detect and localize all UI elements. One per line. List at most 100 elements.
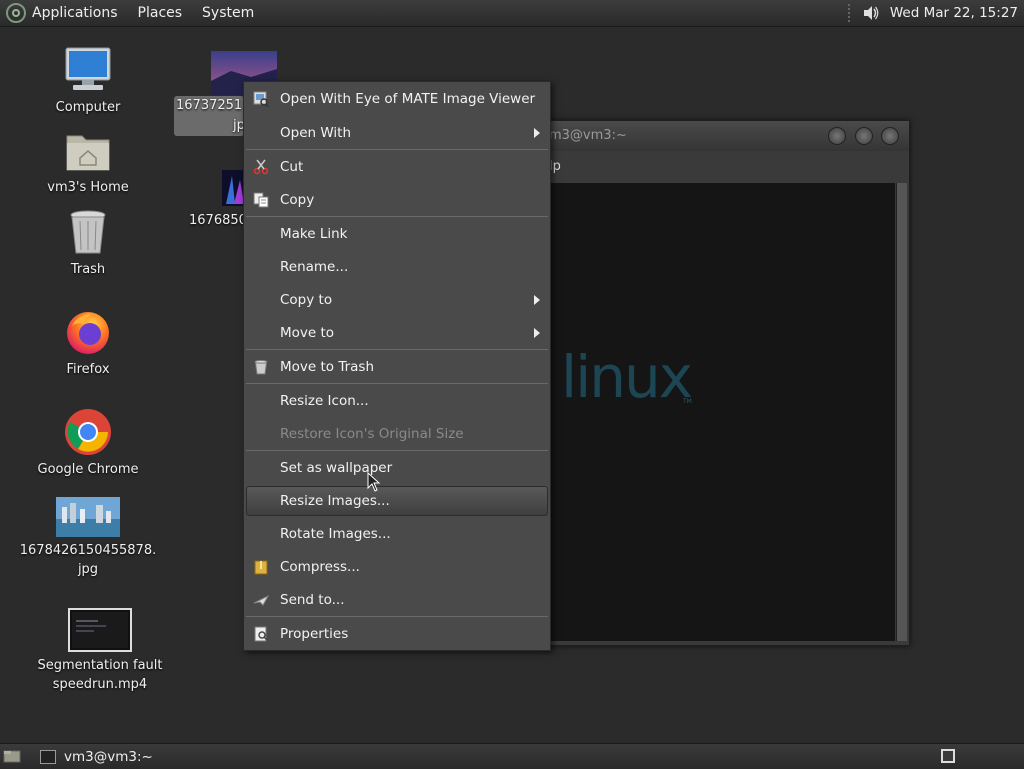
minimize-button[interactable] — [828, 127, 846, 145]
other-file-label[interactable]: 1676850 — [189, 213, 247, 228]
desktop-icon-trash[interactable]: Trash — [40, 208, 136, 279]
desktop-icon-computer[interactable]: Computer — [40, 46, 136, 117]
menu-item-label: Restore Icon's Original Size — [280, 426, 464, 442]
menu-item-rename[interactable]: Rename... — [246, 252, 548, 282]
desktop-icon-label: Trash — [70, 262, 106, 277]
menu-item-label: Rotate Images... — [280, 526, 391, 542]
applications-menu[interactable]: Applications — [32, 5, 118, 21]
linux-logo-tm: TM — [683, 398, 692, 405]
context-menu: Open With Eye of MATE Image Viewer Open … — [243, 81, 551, 651]
menu-item-rotate-images[interactable]: Rotate Images... — [246, 519, 548, 549]
chrome-icon — [65, 409, 111, 455]
image-viewer-icon — [253, 91, 269, 107]
clock[interactable]: Wed Mar 22, 15:27 — [890, 5, 1018, 21]
trash-icon — [70, 210, 106, 254]
terminal-body[interactable]: linux TM — [545, 183, 895, 641]
desktop-icon-label: Firefox — [66, 362, 110, 377]
menu-item-label: Move to — [280, 325, 335, 341]
video-thumbnail-icon — [68, 608, 132, 652]
menu-item-label: Properties — [280, 626, 349, 642]
selected-file-label[interactable]: 16737251 — [176, 98, 242, 113]
desktop-icon-video-file[interactable]: Segmentation fault speedrun.mp4 — [30, 608, 170, 694]
menu-separator — [246, 349, 548, 350]
menu-item-copy[interactable]: Copy — [246, 185, 548, 215]
menu-item-open-with[interactable]: Open With — [246, 118, 548, 148]
menu-item-make-link[interactable]: Make Link — [246, 219, 548, 249]
bottom-panel: vm3@vm3:~ — [0, 743, 1024, 769]
desktop-icon-chrome[interactable]: Google Chrome — [30, 408, 146, 479]
system-menu[interactable]: System — [202, 5, 254, 21]
taskbar-label: vm3@vm3:~ — [64, 748, 153, 765]
menu-item-label: Make Link — [280, 226, 348, 242]
menu-item-label: Resize Images... — [280, 493, 390, 509]
menu-item-label: Open With Eye of MATE Image Viewer — [280, 91, 536, 107]
menu-item-set-as-wallpaper[interactable]: Set as wallpaper — [246, 453, 548, 483]
menu-separator — [246, 616, 548, 617]
menu-item-label: Move to Trash — [280, 359, 375, 375]
menu-separator — [246, 383, 548, 384]
home-folder-icon — [66, 135, 110, 171]
top-panel-tray: Wed Mar 22, 15:27 — [847, 0, 1024, 26]
menu-item-open-with-eom[interactable]: Open With Eye of MATE Image Viewer — [246, 84, 548, 114]
desktop-icon-label: 1678426150455878. — [19, 543, 157, 558]
menu-item-label: Copy — [280, 192, 315, 208]
submenu-arrow-icon — [534, 295, 540, 305]
desktop-icon-label: Segmentation fault — [37, 658, 163, 673]
menu-item-move-to-trash[interactable]: Move to Trash — [246, 352, 548, 382]
desktop-icon-label: jpg — [77, 562, 99, 577]
menu-item-properties[interactable]: Properties — [246, 619, 548, 649]
menu-item-resize-icon[interactable]: Resize Icon... — [246, 386, 548, 416]
terminal-menubar: lp — [541, 151, 909, 181]
terminal-title: m3@vm3:~ — [549, 128, 627, 143]
menu-item-label: Compress... — [280, 559, 360, 575]
menu-item-label: Rename... — [280, 259, 349, 275]
linux-logo: linux — [561, 343, 693, 411]
submenu-arrow-icon — [534, 328, 540, 338]
scissors-icon — [253, 159, 269, 175]
trash-icon — [254, 359, 268, 375]
taskbar-terminal-button[interactable]: vm3@vm3:~ — [34, 746, 153, 767]
mate-menu-icon[interactable] — [6, 3, 26, 23]
desktop-icon-label: Google Chrome — [37, 462, 139, 477]
menu-item-copy-to[interactable]: Copy to — [246, 285, 548, 315]
firefox-icon — [67, 312, 109, 354]
menu-item-resize-images[interactable]: Resize Images... — [246, 486, 548, 516]
computer-icon — [65, 47, 111, 90]
menu-item-cut[interactable]: Cut — [246, 152, 548, 182]
archive-icon — [254, 560, 268, 575]
menu-item-restore-icon-size: Restore Icon's Original Size — [246, 419, 548, 449]
desktop-icon-firefox[interactable]: Firefox — [40, 308, 136, 379]
submenu-arrow-icon — [534, 128, 540, 138]
show-desktop-icon[interactable] — [3, 749, 21, 763]
menu-item-label: Send to... — [280, 592, 345, 608]
mouse-pointer-icon — [367, 472, 381, 492]
menu-separator — [246, 450, 548, 451]
menu-item-compress[interactable]: Compress... — [246, 552, 548, 582]
menu-separator — [246, 149, 548, 150]
terminal-window[interactable]: m3@vm3:~ lp linux TM — [540, 120, 910, 646]
volume-icon[interactable] — [862, 4, 880, 22]
menu-item-send-to[interactable]: Send to... — [246, 585, 548, 615]
desktop-icon-label: Computer — [55, 100, 121, 115]
menu-item-label: Open With — [280, 125, 352, 141]
image-thumbnail-icon — [56, 497, 120, 537]
close-button[interactable] — [881, 127, 899, 145]
menu-item-label: Copy to — [280, 292, 333, 308]
panel-separator — [847, 4, 854, 22]
workspace-switcher-icon[interactable] — [941, 749, 955, 763]
places-menu[interactable]: Places — [138, 5, 183, 21]
maximize-button[interactable] — [855, 127, 873, 145]
desktop-icon-label: vm3's Home — [47, 180, 129, 195]
menu-item-move-to[interactable]: Move to — [246, 318, 548, 348]
terminal-titlebar[interactable]: m3@vm3:~ — [541, 121, 909, 151]
desktop-icon-home[interactable]: vm3's Home — [40, 128, 136, 197]
terminal-icon — [40, 749, 56, 764]
desktop-icon-image-file[interactable]: 1678426150455878. jpg — [18, 497, 158, 579]
top-panel: Applications Places System Wed Mar 22, 1… — [0, 0, 1024, 27]
terminal-scrollbar[interactable] — [896, 183, 907, 641]
menu-item-label: Resize Icon... — [280, 393, 369, 409]
properties-icon — [254, 626, 268, 642]
copy-icon — [253, 192, 269, 208]
send-icon — [253, 594, 269, 606]
menu-item-label: Cut — [280, 159, 304, 175]
